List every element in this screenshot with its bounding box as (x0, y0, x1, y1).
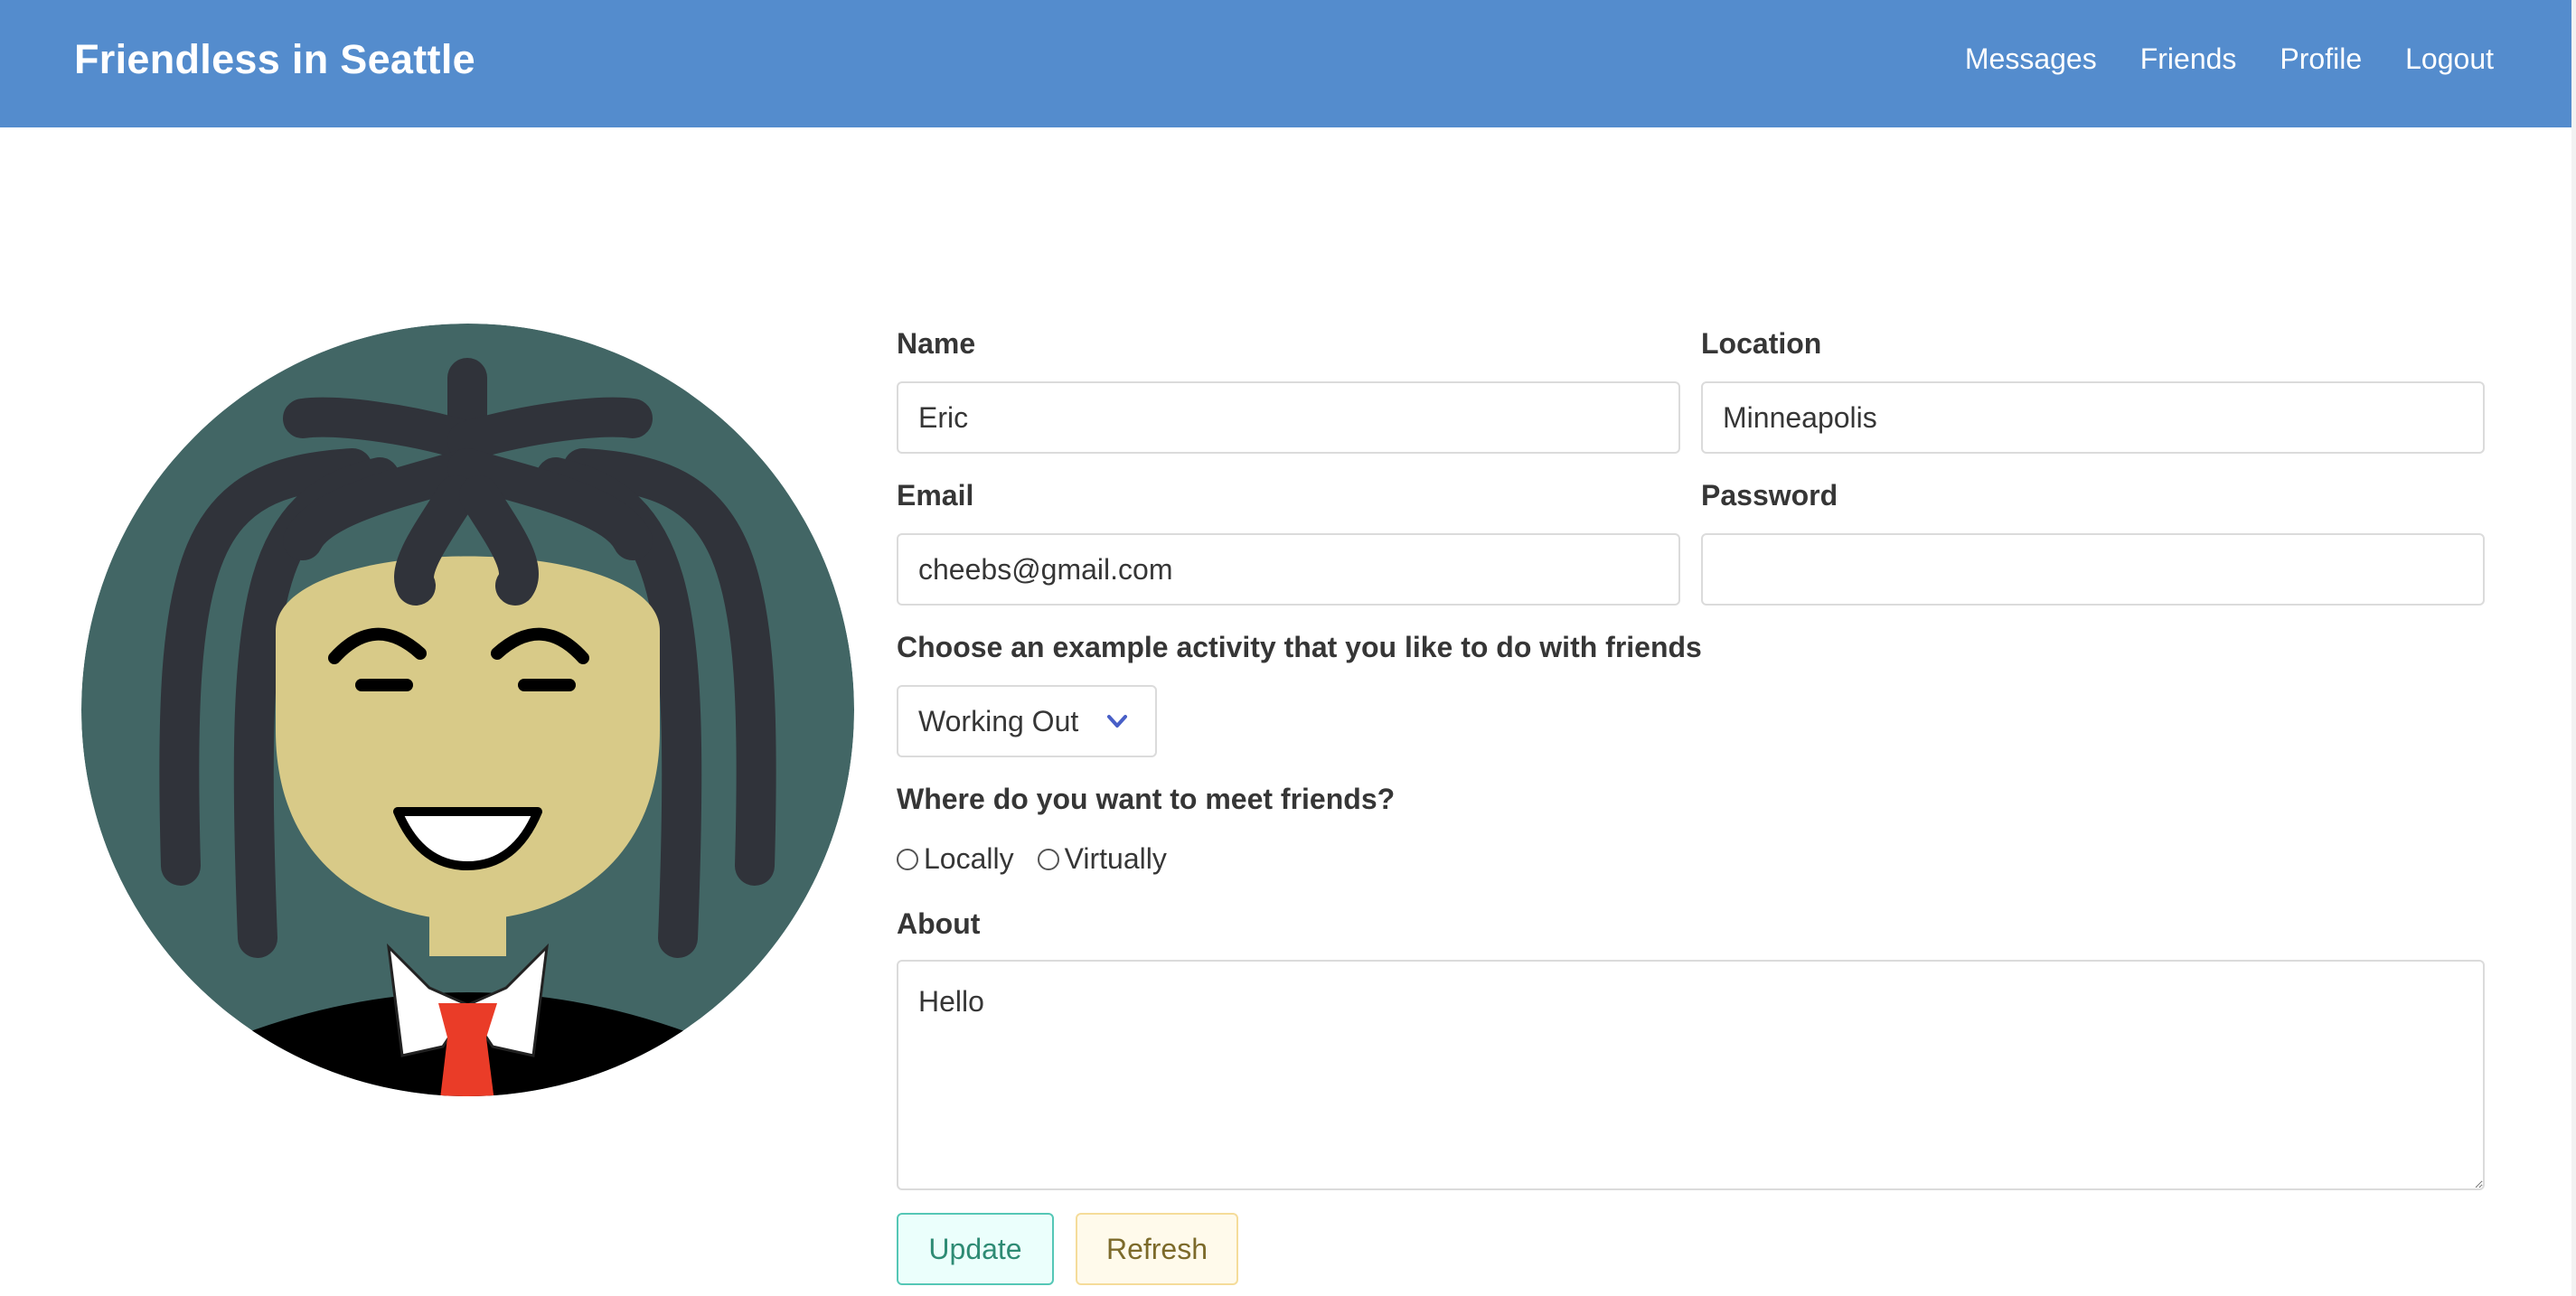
radio-locally-label: Locally (924, 842, 1014, 875)
activity-select[interactable]: Working Out (897, 685, 1157, 757)
radio-virtually-label: Virtually (1064, 842, 1167, 875)
scrollbar-gutter (2571, 0, 2576, 1296)
meet-label: Where do you want to meet friends? (897, 783, 1396, 815)
radio-virtually[interactable]: Virtually (1037, 842, 1167, 876)
nav-logout[interactable]: Logout (2405, 42, 2494, 76)
email-label: Email (897, 479, 974, 512)
activity-selected-value: Working Out (918, 704, 1079, 737)
meet-radio-group: Locally Virtually (897, 842, 1167, 876)
about-textarea[interactable] (897, 960, 2485, 1190)
avatar-image (81, 324, 854, 1096)
radio-locally[interactable]: Locally (897, 842, 1014, 876)
brand-title[interactable]: Friendless in Seattle (74, 36, 475, 83)
location-input[interactable] (1701, 381, 2485, 454)
activity-label: Choose an example activity that you like… (897, 631, 1702, 663)
name-label: Name (897, 327, 976, 360)
refresh-button[interactable]: Refresh (1076, 1213, 1238, 1285)
nav-messages[interactable]: Messages (1965, 42, 2097, 76)
password-input[interactable] (1701, 533, 2485, 606)
radio-locally-circle[interactable] (897, 848, 918, 870)
name-input[interactable] (897, 381, 1680, 454)
radio-virtually-circle[interactable] (1037, 848, 1059, 870)
navbar: Friendless in Seattle Messages Friends P… (0, 0, 2571, 127)
password-label: Password (1701, 479, 1838, 512)
chevron-down-icon (1107, 715, 1128, 728)
location-label: Location (1701, 327, 1822, 360)
nav-friends[interactable]: Friends (2140, 42, 2237, 76)
update-button[interactable]: Update (897, 1213, 1054, 1285)
nav-links: Messages Friends Profile Logout (1965, 42, 2494, 76)
nav-profile[interactable]: Profile (2280, 42, 2362, 76)
about-label: About (897, 907, 981, 940)
email-input[interactable] (897, 533, 1680, 606)
